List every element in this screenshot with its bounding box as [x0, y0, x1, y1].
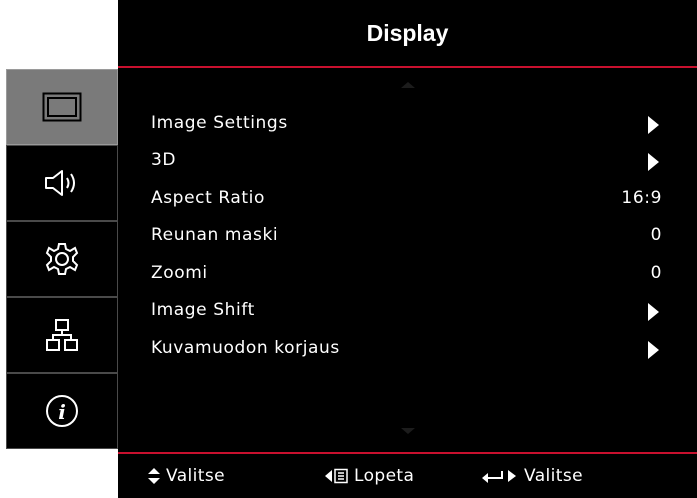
submenu-arrow-icon — [648, 341, 659, 359]
tab-info[interactable]: i — [6, 373, 118, 449]
menu-item-reunan-maski[interactable]: Reunan maski 0 — [118, 219, 697, 251]
hint-enter: Valitse — [482, 466, 583, 486]
svg-text:i: i — [58, 400, 66, 424]
scroll-down-icon — [401, 428, 415, 434]
enter-icon — [482, 470, 516, 483]
menu-item-label: Kuvamuodon korjaus — [151, 338, 340, 358]
menu-item-label: 3D — [151, 150, 177, 170]
submenu-arrow-icon — [648, 153, 659, 171]
tab-setup[interactable] — [6, 221, 118, 297]
menu-item-label: Zoomi — [151, 263, 208, 283]
menu-item-image-settings[interactable]: Image Settings — [118, 107, 697, 139]
menu-item-label: Image Settings — [151, 113, 288, 133]
scroll-up-icon — [401, 82, 415, 88]
menu-item-value: 0 — [650, 225, 662, 245]
display-icon — [42, 92, 82, 122]
network-icon — [46, 319, 78, 351]
tab-display[interactable] — [6, 69, 118, 145]
menu-item-aspect-ratio[interactable]: Aspect Ratio 16:9 — [118, 182, 697, 214]
menu-item-3d[interactable]: 3D — [118, 144, 697, 176]
hint-select-label: Valitse — [166, 466, 225, 486]
menu-item-zoomi[interactable]: Zoomi 0 — [118, 257, 697, 289]
menu-item-label: Image Shift — [151, 300, 255, 320]
hint-enter-label: Valitse — [524, 466, 583, 486]
hint-exit-label: Lopeta — [354, 466, 415, 486]
sidebar: i — [6, 69, 118, 450]
menu-panel: Display Image Settings 3D Aspect Ratio 1… — [118, 0, 697, 498]
info-icon: i — [46, 395, 78, 427]
submenu-arrow-icon — [648, 116, 659, 134]
menu-item-image-shift[interactable]: Image Shift — [118, 294, 697, 326]
up-down-icon — [148, 468, 160, 484]
hint-select: Valitse — [148, 466, 225, 486]
hint-exit: Lopeta — [325, 466, 414, 486]
menu-back-icon — [325, 468, 348, 484]
menu-item-kuvamuodon-korjaus[interactable]: Kuvamuodon korjaus — [118, 332, 697, 364]
menu-item-value: 0 — [650, 263, 662, 283]
tab-audio[interactable] — [6, 145, 118, 221]
speaker-icon — [45, 170, 75, 196]
menu-item-label: Reunan maski — [151, 225, 279, 245]
menu-item-value: 16:9 — [621, 188, 662, 208]
submenu-arrow-icon — [648, 303, 659, 321]
tab-network[interactable] — [6, 297, 118, 373]
page-title: Display — [366, 19, 449, 46]
footer-hints: Valitse Lopeta Valitse — [118, 454, 697, 498]
gear-icon — [45, 243, 79, 275]
menu-item-label: Aspect Ratio — [151, 188, 265, 208]
title-divider — [118, 66, 697, 68]
